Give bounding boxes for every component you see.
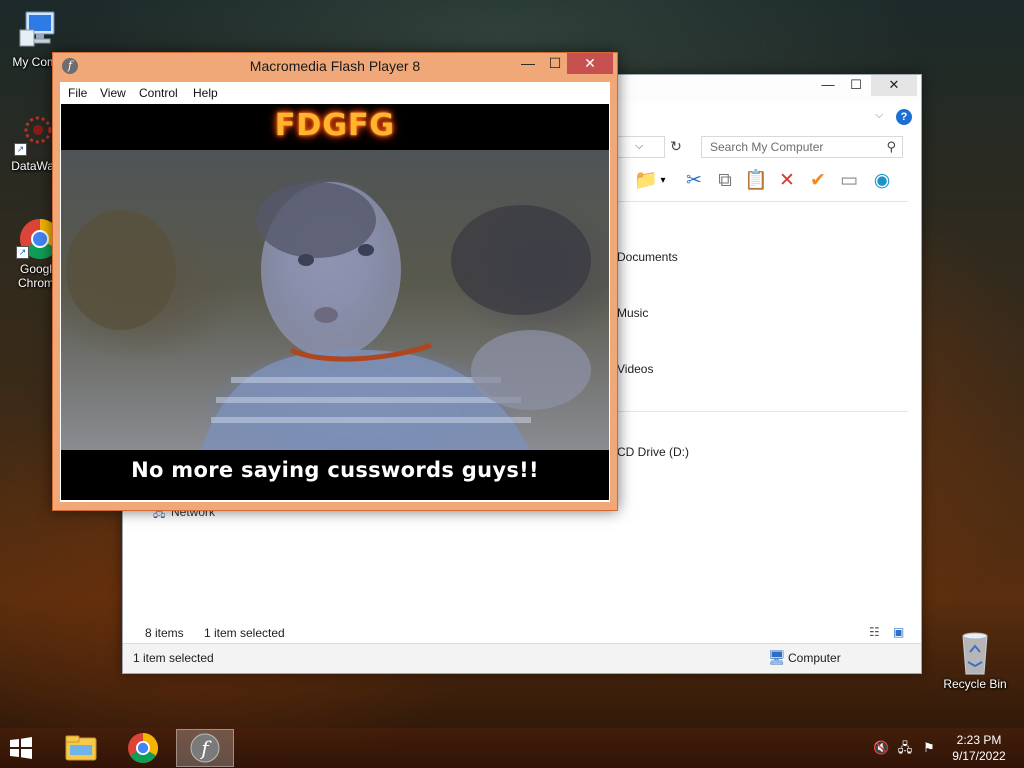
computer-icon: 🖥 [768, 649, 786, 665]
windows-logo-icon [10, 737, 32, 759]
rename-icon[interactable]: ▭ [836, 168, 862, 194]
volume-muted-icon[interactable]: 🔇 [873, 740, 889, 756]
minimize-button[interactable]: — [515, 53, 541, 74]
menu-control[interactable]: Control [139, 86, 178, 100]
list-item[interactable]: Music [617, 306, 648, 320]
copy-icon[interactable]: ⧉ [712, 168, 738, 194]
network-tray-icon[interactable]: 🖧 [897, 740, 913, 756]
desktop-icon-label: Googl Chrom [17, 262, 54, 290]
ribbon-expand-icon[interactable]: ⌵ [875, 109, 883, 122]
list-item[interactable]: Videos [617, 362, 653, 376]
menu-bar: File View Control Help [60, 82, 610, 104]
taskbar-flash-player[interactable]: f [176, 729, 234, 767]
chevron-down-icon[interactable]: ⌵ [635, 140, 643, 153]
search-placeholder: Search My Computer [710, 140, 824, 154]
flash-player-icon: f [190, 733, 220, 763]
details-view-icon[interactable]: ☷ [869, 625, 880, 639]
details-selected: 1 item selected [133, 651, 214, 665]
dropdown-arrow-icon[interactable]: ▾ [655, 168, 671, 194]
action-center-flag-icon[interactable]: ⚑ [921, 740, 937, 756]
globe-icon[interactable]: ◉ [869, 168, 895, 194]
delete-icon[interactable]: ✕ [774, 168, 800, 194]
menu-view[interactable]: View [100, 86, 126, 100]
details-bar: 1 item selected 🖥 Computer [123, 644, 921, 673]
chrome-icon [128, 733, 159, 764]
list-item[interactable]: Documents [617, 250, 678, 264]
checkmark-icon[interactable]: ✔ [805, 168, 831, 194]
status-item-count: 8 items [145, 626, 184, 640]
menu-help[interactable]: Help [193, 86, 218, 100]
taskbar: f 🔇 🖧 ⚑ 2:23 PM 9/17/2022 [0, 728, 1024, 768]
taskbar-chrome[interactable] [114, 729, 172, 767]
search-input[interactable]: Search My Computer ⚲ [701, 136, 903, 158]
clock-date: 9/17/2022 [952, 749, 1006, 763]
maximize-button[interactable]: ☐ [843, 75, 869, 96]
large-icons-view-icon[interactable]: ▣ [893, 625, 904, 639]
details-location: Computer [788, 651, 841, 665]
refresh-icon[interactable]: ↻ [667, 138, 685, 156]
flash-player-window: f Macromedia Flash Player 8 — ☐ ✕ File V… [52, 52, 618, 511]
video-content[interactable]: FDGFG No more saying cusswords guys!! [61, 104, 609, 500]
search-icon: ⚲ [886, 139, 896, 154]
start-button[interactable] [8, 736, 34, 760]
list-item[interactable]: CD Drive (D:) [617, 445, 689, 459]
caption-bar: No more saying cusswords guys!! [61, 450, 609, 500]
desktop-icon-recycle-bin[interactable]: Recycle Bin [937, 630, 1013, 691]
flash-stage[interactable]: FDGFG No more saying cusswords guys!! [60, 104, 610, 502]
video-frame-image [61, 150, 609, 450]
status-selected: 1 item selected [204, 626, 285, 640]
video-title-text: FDGFG [274, 108, 396, 143]
close-button[interactable]: ✕ [567, 53, 613, 74]
computer-icon [16, 8, 60, 52]
help-icon[interactable]: ? [896, 109, 912, 125]
maximize-button[interactable]: ☐ [542, 53, 568, 74]
shortcut-arrow-icon: ↗ [16, 246, 29, 259]
video-caption: No more saying cusswords guys!! [131, 458, 539, 482]
minimize-button[interactable]: — [815, 75, 841, 96]
paste-icon[interactable]: 📋 [743, 168, 769, 194]
video-title-bar: FDGFG [61, 104, 609, 150]
address-bar[interactable]: ⌵ [611, 136, 665, 158]
close-button[interactable]: ✕ [871, 75, 917, 96]
recycle-bin-icon [953, 630, 997, 675]
shortcut-arrow-icon: ↗ [14, 143, 27, 156]
clock-time: 2:23 PM [956, 733, 1002, 747]
desktop-icon-label: Recycle Bin [943, 677, 1007, 691]
file-explorer-icon [65, 735, 97, 761]
cut-icon[interactable]: ✂ [681, 168, 707, 194]
menu-file[interactable]: File [68, 86, 87, 100]
taskbar-clock[interactable]: 2:23 PM 9/17/2022 [944, 732, 1014, 764]
taskbar-file-explorer[interactable] [52, 729, 110, 767]
